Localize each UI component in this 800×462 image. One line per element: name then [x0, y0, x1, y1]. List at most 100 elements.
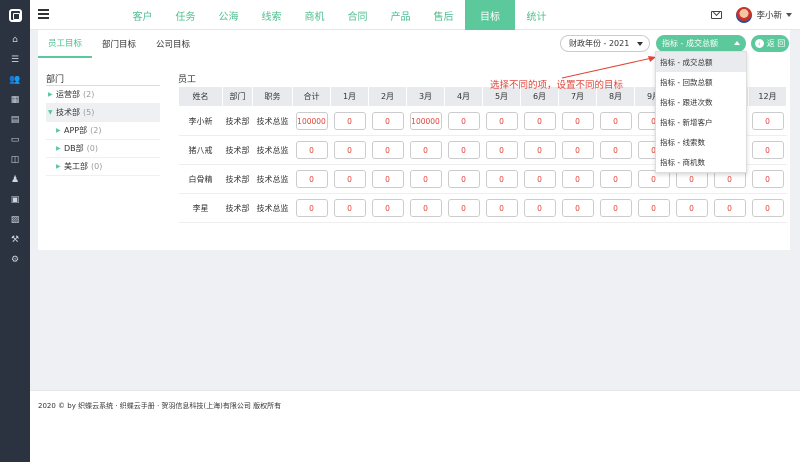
dept-node[interactable]: ▼ 技术部 (5): [46, 104, 160, 122]
metric-option[interactable]: 指标 - 回款总额: [656, 72, 746, 92]
target-input[interactable]: 0: [523, 170, 556, 188]
nav-item-3[interactable]: 线索: [250, 0, 293, 30]
target-input[interactable]: 0: [751, 199, 784, 217]
caret-right-icon[interactable]: ▶: [56, 163, 64, 170]
dept-node[interactable]: ▶ 运营部 (2): [46, 86, 160, 104]
caret-right-icon[interactable]: ▶: [56, 127, 64, 134]
users-icon[interactable]: 👥: [0, 70, 30, 90]
target-input[interactable]: 0: [447, 170, 480, 188]
target-input[interactable]: 0: [485, 199, 518, 217]
home-icon[interactable]: ⌂: [0, 30, 30, 50]
hammer-icon[interactable]: ⚒: [0, 230, 30, 250]
nav-item-5[interactable]: 合同: [336, 0, 379, 30]
target-input[interactable]: 0: [599, 141, 632, 159]
target-input[interactable]: 0: [295, 170, 328, 188]
target-input[interactable]: 0: [485, 170, 518, 188]
target-input[interactable]: 0: [333, 170, 366, 188]
tab-0[interactable]: 员工目标: [38, 30, 93, 58]
nav-item-9[interactable]: 统计: [515, 0, 558, 30]
target-input[interactable]: 0: [675, 199, 708, 217]
column-header: 4月: [444, 86, 483, 107]
dept-node[interactable]: ▶ 美工部 (0): [46, 158, 160, 176]
nav-item-7[interactable]: 售后: [422, 0, 465, 30]
target-input[interactable]: 0: [485, 112, 518, 130]
dept-count: (0): [91, 162, 103, 171]
target-input[interactable]: 0: [599, 112, 632, 130]
metric-select[interactable]: 指标 - 成交总额: [656, 35, 746, 52]
target-input[interactable]: 0: [485, 141, 518, 159]
target-input[interactable]: 0: [523, 199, 556, 217]
column-header: 2月: [368, 86, 407, 107]
nav-item-6[interactable]: 产品: [379, 0, 422, 30]
fiscal-year-select[interactable]: 财政年份 - 2021: [560, 35, 650, 52]
user-menu-caret-icon[interactable]: [786, 13, 792, 17]
target-input[interactable]: 0: [333, 199, 366, 217]
caret-right-icon[interactable]: ▶: [56, 145, 64, 152]
target-input[interactable]: 0: [561, 112, 594, 130]
settings-icon[interactable]: ⚙: [0, 250, 30, 270]
list-icon[interactable]: ☰: [0, 50, 30, 70]
tab-1[interactable]: 部门目标: [92, 30, 146, 58]
metric-option[interactable]: 指标 - 新增客户: [656, 112, 746, 132]
chart-icon[interactable]: ▣: [0, 190, 30, 210]
target-input[interactable]: 0: [561, 199, 594, 217]
target-input[interactable]: 0: [447, 141, 480, 159]
calendar-icon[interactable]: ▦: [0, 90, 30, 110]
back-button[interactable]: ‹ 返 回: [751, 35, 789, 52]
nav-item-4[interactable]: 商机: [293, 0, 336, 30]
target-input[interactable]: 0: [751, 170, 784, 188]
tab-2[interactable]: 公司目标: [146, 30, 200, 58]
target-input[interactable]: 0: [523, 141, 556, 159]
fiscal-year-value: 财政年份 - 2021: [569, 39, 630, 48]
target-input[interactable]: 0: [295, 199, 328, 217]
avatar[interactable]: [736, 7, 753, 23]
metric-option[interactable]: 指标 - 商机数: [656, 152, 746, 172]
image-icon[interactable]: ▨: [0, 210, 30, 230]
target-input[interactable]: 0: [523, 112, 556, 130]
target-input[interactable]: 0: [371, 199, 404, 217]
target-input[interactable]: 100000: [295, 112, 328, 130]
footer: 2020 © by 织蝶云系统 · 织蝶云手册 · 贺羽信息科技(上海)有限公司…: [30, 390, 800, 462]
target-input[interactable]: 0: [561, 141, 594, 159]
metric-option[interactable]: 指标 - 线索数: [656, 132, 746, 152]
target-input[interactable]: 100000: [409, 112, 442, 130]
caret-down-icon[interactable]: ▼: [48, 109, 56, 116]
nav-item-1[interactable]: 任务: [164, 0, 207, 30]
target-input[interactable]: 0: [599, 170, 632, 188]
target-input[interactable]: 0: [371, 112, 404, 130]
app-logo-icon[interactable]: [0, 0, 30, 30]
target-input[interactable]: 0: [751, 141, 784, 159]
target-input[interactable]: 0: [637, 199, 670, 217]
table-icon[interactable]: ▤: [0, 110, 30, 130]
caret-right-icon[interactable]: ▶: [48, 91, 56, 98]
target-input[interactable]: 0: [371, 141, 404, 159]
target-input[interactable]: 0: [409, 199, 442, 217]
metric-option[interactable]: 指标 - 跟进次数: [656, 92, 746, 112]
mail-icon[interactable]: [711, 11, 723, 19]
dept-node[interactable]: ▶ DB部 (0): [46, 140, 160, 158]
columns-icon[interactable]: ◫: [0, 150, 30, 170]
book-icon[interactable]: ▭: [0, 130, 30, 150]
dept-node[interactable]: ▶ APP部 (2): [46, 122, 160, 140]
target-input[interactable]: 0: [295, 141, 328, 159]
target-input[interactable]: 0: [409, 141, 442, 159]
user-name[interactable]: 李小新: [756, 9, 782, 21]
target-input[interactable]: 0: [409, 170, 442, 188]
column-header: 合计: [292, 86, 331, 107]
menu-toggle-icon[interactable]: [38, 9, 49, 19]
target-input[interactable]: 0: [447, 199, 480, 217]
target-input[interactable]: 0: [561, 170, 594, 188]
nav-item-2[interactable]: 公海: [207, 0, 250, 30]
metric-option[interactable]: 指标 - 成交总额: [656, 52, 746, 72]
target-input[interactable]: 0: [371, 170, 404, 188]
chevron-down-icon: [637, 42, 643, 46]
target-input[interactable]: 0: [599, 199, 632, 217]
person-icon[interactable]: ♟: [0, 170, 30, 190]
target-input[interactable]: 0: [333, 141, 366, 159]
target-input[interactable]: 0: [751, 112, 784, 130]
target-input[interactable]: 0: [333, 112, 366, 130]
nav-item-0[interactable]: 客户: [121, 0, 164, 30]
target-input[interactable]: 0: [713, 199, 746, 217]
nav-item-8[interactable]: 目标: [465, 0, 515, 30]
target-input[interactable]: 0: [447, 112, 480, 130]
